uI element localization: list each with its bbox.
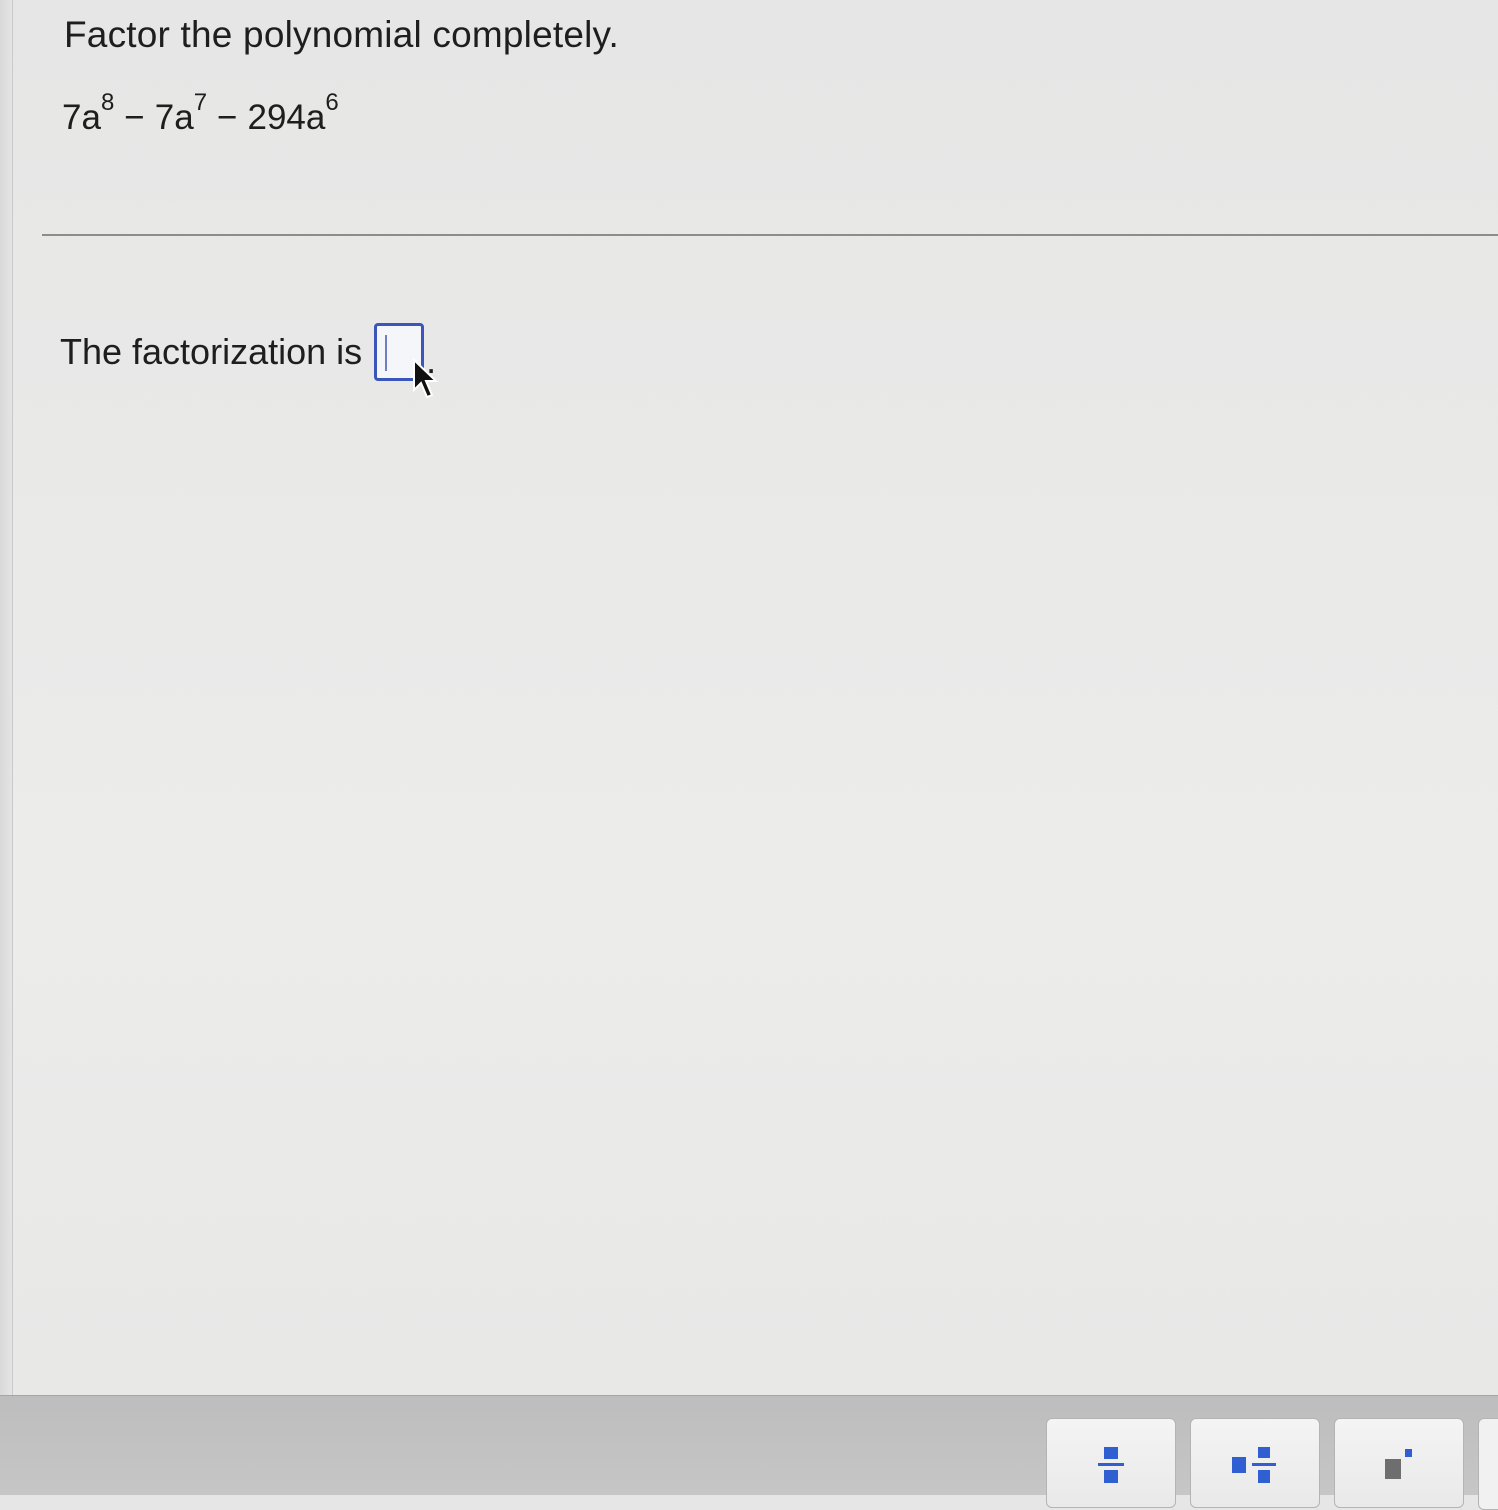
answer-row: The factorization is . (60, 322, 436, 382)
term-1: 7a8 (62, 89, 115, 137)
exponent-button[interactable] (1334, 1418, 1464, 1508)
operator: − (217, 98, 238, 137)
text-caret (385, 335, 388, 371)
question-instruction: Factor the polynomial completely. (64, 14, 619, 55)
term-3: 294a6 (247, 89, 339, 137)
mixed-number-button[interactable] (1190, 1418, 1320, 1508)
exponent: 8 (100, 89, 115, 117)
left-edge (0, 0, 13, 1395)
mouse-pointer-icon (412, 357, 442, 405)
polynomial-expression: 7a8−7a7−294a6 (62, 89, 339, 138)
mixed-number-icon (1232, 1447, 1276, 1483)
answer-prompt: The factorization is (60, 331, 363, 372)
fraction-icon (1098, 1447, 1124, 1483)
exponent-icon (1385, 1449, 1412, 1479)
operator: − (124, 98, 145, 137)
term-2: 7a7 (154, 89, 208, 137)
exponent: 6 (325, 89, 339, 117)
exponent: 7 (193, 89, 208, 117)
toolbar-edge (1478, 1418, 1498, 1510)
fraction-button[interactable] (1046, 1418, 1176, 1508)
section-divider (42, 234, 1498, 236)
